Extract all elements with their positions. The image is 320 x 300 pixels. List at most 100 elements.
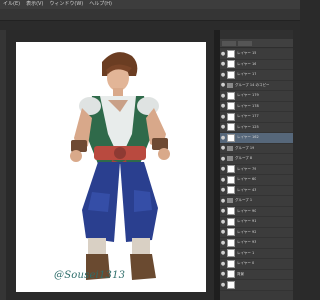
layer-thumbnail	[227, 175, 235, 184]
layer-row[interactable]: ● レイヤー 43	[220, 185, 293, 196]
layer-thumbnail	[227, 207, 235, 216]
layer-thumbnail	[227, 112, 235, 121]
visibility-eye-icon[interactable]: ●	[220, 61, 226, 67]
visibility-eye-icon[interactable]: ●	[220, 271, 226, 277]
layers-panel: レイヤーチャンネルパス ● レイヤー 15 ● レイヤー 16 ● レイヤー 17 ● グルー…	[220, 30, 293, 300]
options-bar	[0, 9, 300, 21]
visibility-eye-icon[interactable]: ●	[220, 124, 226, 130]
visibility-eye-icon[interactable]: ●	[220, 187, 226, 193]
layer-list: ● レイヤー 15 ● レイヤー 16 ● レイヤー 17 ● グループ 14 のコピー ● レイ…	[220, 48, 293, 291]
document-tabs: Sen...Sen...Sen...Sen...SenseiMSp.psd @ …	[0, 21, 300, 30]
layer-thumbnail	[227, 259, 235, 268]
layer-row[interactable]: ● レイヤー 16	[220, 59, 293, 70]
layer-row[interactable]: ● レイヤー 93	[220, 238, 293, 249]
opacity-field[interactable]	[238, 40, 252, 46]
menu-item[interactable]: 表示(V)	[23, 0, 46, 9]
layer-thumbnail	[227, 217, 235, 226]
layer-row[interactable]: ● グループ 14 のコピー	[220, 80, 293, 91]
layer-thumbnail	[227, 249, 235, 258]
layer-row[interactable]: ● レイヤー 60	[220, 175, 293, 186]
layer-row[interactable]: ● レイヤー 91	[220, 217, 293, 228]
layer-thumbnail	[227, 270, 235, 279]
layer-thumbnail	[227, 102, 235, 111]
folder-icon	[227, 156, 233, 162]
visibility-eye-icon[interactable]: ●	[220, 177, 226, 183]
layer-thumbnail	[227, 228, 235, 237]
visibility-eye-icon[interactable]: ●	[220, 72, 226, 78]
layer-name: レイヤー 43	[237, 187, 257, 192]
artist-signature: @Sousei1313	[54, 270, 126, 281]
layer-row[interactable]: ● レイヤー 92	[220, 227, 293, 238]
layer-row[interactable]: ● 背景	[220, 269, 293, 280]
layer-name: レイヤー 16	[237, 61, 257, 66]
layer-thumbnail	[227, 133, 235, 142]
layer-row[interactable]: ● レイヤー 1	[220, 248, 293, 259]
layer-row[interactable]: ● レイヤー 90	[220, 206, 293, 217]
layer-name: レイヤー 15	[237, 51, 257, 56]
layer-row[interactable]: ● レイヤー 125	[220, 122, 293, 133]
visibility-eye-icon[interactable]: ●	[220, 135, 226, 141]
layer-thumbnail	[227, 280, 235, 289]
layer-name: レイヤー 178	[237, 103, 259, 108]
panel-dock-strip	[293, 30, 300, 300]
layer-row[interactable]: ● レイヤー 162	[220, 133, 293, 144]
layer-thumbnail	[227, 165, 235, 174]
layer-name: 背景	[237, 271, 244, 276]
menu-bar: イル(E) 表示(V) ウィンドウ(W) ヘルプ(H)	[0, 0, 300, 9]
layer-name: レイヤー 92	[237, 229, 257, 234]
visibility-eye-icon[interactable]: ●	[220, 229, 226, 235]
layer-name: レイヤー 125	[237, 124, 259, 129]
visibility-eye-icon[interactable]: ●	[220, 261, 226, 267]
visibility-eye-icon[interactable]: ●	[220, 156, 226, 162]
layer-thumbnail	[227, 91, 235, 100]
visibility-eye-icon[interactable]: ●	[220, 198, 226, 204]
visibility-eye-icon[interactable]: ●	[220, 282, 226, 288]
layer-name: グループ 14 のコピー	[235, 82, 270, 87]
layer-name: レイヤー 162	[237, 135, 259, 140]
visibility-eye-icon[interactable]: ●	[220, 219, 226, 225]
layer-row[interactable]: ● レイヤー 177	[220, 112, 293, 123]
layer-row[interactable]: ● グループ 1	[220, 196, 293, 207]
layer-row[interactable]: ●	[220, 280, 293, 291]
layer-name: グループ 19	[235, 145, 255, 150]
panel-tabs: レイヤーチャンネルパス	[220, 30, 293, 39]
visibility-eye-icon[interactable]: ●	[220, 145, 226, 151]
layer-row[interactable]: ● レイヤー 179	[220, 91, 293, 102]
layer-thumbnail	[227, 49, 235, 58]
layer-name: レイヤー 93	[237, 240, 257, 245]
layer-name: レイヤー 90	[237, 208, 257, 213]
layer-name: レイヤー 79	[237, 166, 257, 171]
layer-name: レイヤー 91	[237, 219, 257, 224]
visibility-eye-icon[interactable]: ●	[220, 250, 226, 256]
canvas-area: @Sousei1313	[6, 30, 214, 300]
layer-row[interactable]: ● グループ 8	[220, 154, 293, 165]
layer-row[interactable]: ● レイヤー 0	[220, 259, 293, 270]
layer-thumbnail	[227, 186, 235, 195]
visibility-eye-icon[interactable]: ●	[220, 114, 226, 120]
layer-row[interactable]: ● レイヤー 178	[220, 101, 293, 112]
folder-icon	[227, 198, 233, 204]
visibility-eye-icon[interactable]: ●	[220, 93, 226, 99]
menu-item[interactable]: イル(E)	[0, 0, 23, 9]
layer-name: レイヤー 1	[237, 250, 255, 255]
layer-name: グループ 8	[235, 156, 253, 161]
layer-name: レイヤー 177	[237, 114, 259, 119]
layer-name: レイヤー 0	[237, 261, 255, 266]
visibility-eye-icon[interactable]: ●	[220, 103, 226, 109]
menu-item[interactable]: ヘルプ(H)	[86, 0, 115, 9]
visibility-eye-icon[interactable]: ●	[220, 240, 226, 246]
layer-row[interactable]: ● レイヤー 15	[220, 49, 293, 60]
layer-row[interactable]: ● レイヤー 79	[220, 164, 293, 175]
blend-mode-select[interactable]	[222, 40, 236, 46]
layer-row[interactable]: ● レイヤー 17	[220, 70, 293, 81]
visibility-eye-icon[interactable]: ●	[220, 82, 226, 88]
document-canvas[interactable]: @Sousei1313	[16, 42, 206, 292]
visibility-eye-icon[interactable]: ●	[220, 166, 226, 172]
folder-icon	[227, 145, 233, 151]
visibility-eye-icon[interactable]: ●	[220, 208, 226, 214]
layer-row[interactable]: ● グループ 19	[220, 143, 293, 154]
visibility-eye-icon[interactable]: ●	[220, 51, 226, 57]
layer-name: グループ 1	[235, 198, 253, 203]
layer-name: レイヤー 179	[237, 93, 259, 98]
menu-item[interactable]: ウィンドウ(W)	[46, 0, 86, 9]
